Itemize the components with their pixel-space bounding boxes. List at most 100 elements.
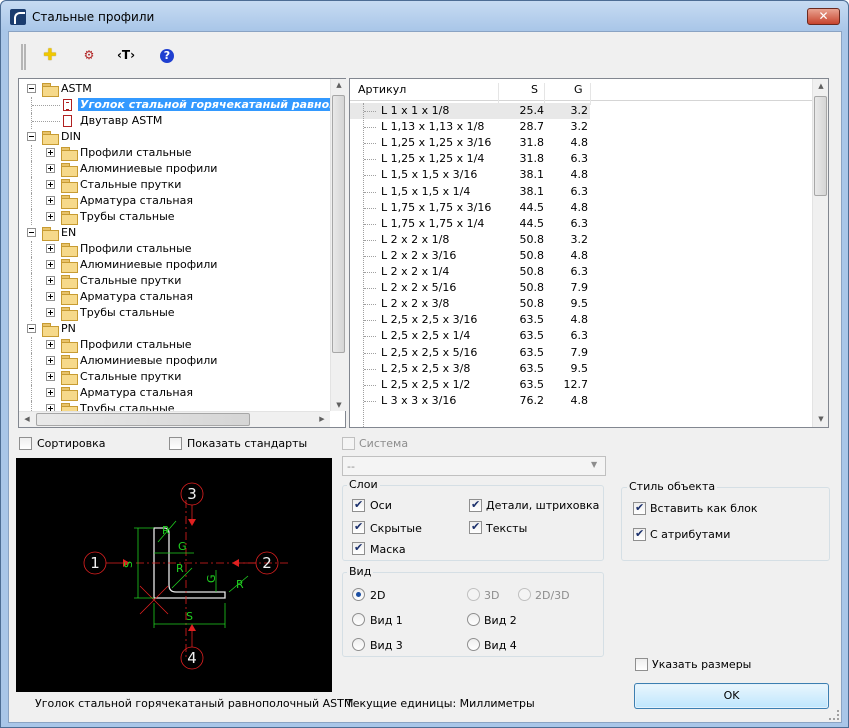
- tree-item[interactable]: Двутавр ASTM: [19, 113, 331, 129]
- view-4-radio[interactable]: [467, 638, 480, 651]
- tree-item[interactable]: Арматура стальная: [19, 193, 331, 209]
- sort-checkbox[interactable]: [19, 437, 32, 450]
- expand-toggle-icon[interactable]: [46, 356, 55, 365]
- tree-item[interactable]: Стальные прутки: [19, 369, 331, 385]
- table-row[interactable]: L 2,5 x 2,5 x 3/8 63.5 9.5: [350, 361, 590, 377]
- resize-grip[interactable]: [829, 710, 839, 720]
- tree-item[interactable]: Уголок стальной горячекатаный равнопол: [19, 97, 331, 113]
- tree-item[interactable]: Стальные прутки: [19, 273, 331, 289]
- scroll-down-arrow[interactable]: ▼: [813, 415, 829, 423]
- tree-item[interactable]: Профили стальные: [19, 241, 331, 257]
- table-vertical-scrollbar[interactable]: ▲ ▼: [812, 79, 828, 427]
- tree-item[interactable]: Алюминиевые профили: [19, 257, 331, 273]
- expand-toggle-icon[interactable]: [46, 244, 55, 253]
- view-1-radio[interactable]: [352, 613, 365, 626]
- table-scroll-thumb[interactable]: [814, 96, 827, 196]
- expand-toggle-icon[interactable]: [46, 180, 55, 189]
- specify-sizes-checkbox[interactable]: [635, 658, 648, 671]
- standards-tree[interactable]: ASTM Уголок стальной горячекатаный равноп…: [18, 78, 346, 428]
- toolbar-grip[interactable]: [21, 44, 26, 70]
- expand-toggle-icon[interactable]: [46, 164, 55, 173]
- tree-item[interactable]: ASTM: [19, 81, 331, 97]
- details-hatching-checkbox[interactable]: [469, 498, 482, 512]
- tree-hscroll-thumb[interactable]: [36, 413, 250, 426]
- table-row[interactable]: L 2 x 2 x 1/4 50.8 6.3: [350, 264, 590, 280]
- scroll-up-arrow[interactable]: ▲: [813, 82, 829, 90]
- ok-button[interactable]: OK: [634, 683, 829, 709]
- tree-item[interactable]: Алюминиевые профили: [19, 161, 331, 177]
- profile-settings-button[interactable]: ⚙: [79, 46, 99, 66]
- expand-toggle-icon[interactable]: [46, 276, 55, 285]
- hidden-checkbox[interactable]: [352, 520, 365, 534]
- collapse-toggle-icon[interactable]: [27, 228, 36, 237]
- texts-checkbox[interactable]: [469, 520, 482, 534]
- collapse-toggle-icon[interactable]: [27, 324, 36, 333]
- show-standards-checkbox[interactable]: [169, 437, 182, 450]
- with-attributes-checkbox[interactable]: [633, 527, 646, 541]
- collapse-toggle-icon[interactable]: [27, 132, 36, 141]
- table-row[interactable]: L 1,25 x 1,25 x 1/4 31.8 6.3: [350, 151, 590, 167]
- tree-item[interactable]: Алюминиевые профили: [19, 353, 331, 369]
- table-row[interactable]: L 1,5 x 1,5 x 3/16 38.1 4.8: [350, 167, 590, 183]
- table-row[interactable]: L 2,5 x 2,5 x 1/4 63.5 6.3: [350, 328, 590, 344]
- table-row[interactable]: L 2,5 x 2,5 x 5/16 63.5 7.9: [350, 345, 590, 361]
- expand-toggle-icon[interactable]: [46, 260, 55, 269]
- tree-item[interactable]: Трубы стальные: [19, 401, 331, 411]
- title-bar[interactable]: Стальные профили ✕: [1, 1, 848, 31]
- scroll-right-arrow[interactable]: ▶: [314, 415, 330, 423]
- tree-scroll-thumb[interactable]: [332, 95, 345, 353]
- view-2d-radio[interactable]: [352, 588, 365, 601]
- scroll-down-arrow[interactable]: ▼: [331, 401, 347, 409]
- tree-item[interactable]: PN: [19, 321, 331, 337]
- tree-item[interactable]: Трубы стальные: [19, 305, 331, 321]
- tree-item[interactable]: Стальные прутки: [19, 177, 331, 193]
- tree-item[interactable]: EN: [19, 225, 331, 241]
- expand-toggle-icon[interactable]: [46, 308, 55, 317]
- column-header-s[interactable]: S: [531, 83, 538, 96]
- table-row[interactable]: L 2 x 2 x 1/8 50.8 3.2: [350, 232, 590, 248]
- expand-toggle-icon[interactable]: [46, 148, 55, 157]
- tree-horizontal-scrollbar[interactable]: ◀ ▶: [19, 411, 330, 427]
- text-attribute-button[interactable]: ‹T›: [116, 46, 136, 66]
- expand-toggle-icon[interactable]: [46, 212, 55, 221]
- insert-as-block-checkbox[interactable]: [633, 501, 646, 515]
- help-button[interactable]: ?: [157, 46, 177, 66]
- table-row[interactable]: L 1,13 x 1,13 x 1/8 28.7 3.2: [350, 119, 590, 135]
- tree-item[interactable]: Трубы стальные: [19, 209, 331, 225]
- tree-item[interactable]: Профили стальные: [19, 337, 331, 353]
- table-row[interactable]: L 1,25 x 1,25 x 3/16 31.8 4.8: [350, 135, 590, 151]
- collapse-toggle-icon[interactable]: [27, 84, 36, 93]
- mask-checkbox[interactable]: [352, 541, 365, 555]
- view-2-radio[interactable]: [467, 613, 480, 626]
- table-row[interactable]: L 2 x 2 x 5/16 50.8 7.9: [350, 280, 590, 296]
- profiles-table[interactable]: Артикул S G L 1 x 1 x 1/8 25.4 3.2 L 1,13 x…: [349, 78, 829, 428]
- tree-vertical-scrollbar[interactable]: ▲ ▼: [330, 79, 346, 411]
- axes-checkbox[interactable]: [352, 498, 365, 512]
- expand-toggle-icon[interactable]: [46, 404, 55, 411]
- tree-item[interactable]: Арматура стальная: [19, 385, 331, 401]
- column-header-article[interactable]: Артикул: [358, 83, 406, 96]
- expand-toggle-icon[interactable]: [46, 340, 55, 349]
- table-row[interactable]: L 2 x 2 x 3/8 50.8 9.5: [350, 296, 590, 312]
- scroll-left-arrow[interactable]: ◀: [19, 415, 35, 423]
- close-button[interactable]: ✕: [807, 8, 840, 25]
- expand-toggle-icon[interactable]: [46, 292, 55, 301]
- table-row[interactable]: L 3 x 3 x 3/16 76.2 4.8: [350, 393, 590, 409]
- table-row[interactable]: L 2,5 x 2,5 x 3/16 63.5 4.8: [350, 312, 590, 328]
- expand-toggle-icon[interactable]: [46, 196, 55, 205]
- view-3-radio[interactable]: [352, 638, 365, 651]
- table-row[interactable]: L 1 x 1 x 1/8 25.4 3.2: [350, 103, 590, 119]
- tree-item[interactable]: Арматура стальная: [19, 289, 331, 305]
- tree-item[interactable]: DIN: [19, 129, 331, 145]
- add-button[interactable]: ✚: [40, 46, 60, 66]
- table-row[interactable]: L 1,5 x 1,5 x 1/4 38.1 6.3: [350, 184, 590, 200]
- table-row[interactable]: L 1,75 x 1,75 x 3/16 44.5 4.8: [350, 200, 590, 216]
- table-row[interactable]: L 1,75 x 1,75 x 1/4 44.5 6.3: [350, 216, 590, 232]
- table-row[interactable]: L 2,5 x 2,5 x 1/2 63.5 12.7: [350, 377, 590, 393]
- column-header-g[interactable]: G: [574, 83, 583, 96]
- expand-toggle-icon[interactable]: [46, 388, 55, 397]
- expand-toggle-icon[interactable]: [46, 372, 55, 381]
- scroll-up-arrow[interactable]: ▲: [331, 81, 347, 89]
- tree-item[interactable]: Профили стальные: [19, 145, 331, 161]
- table-row[interactable]: L 2 x 2 x 3/16 50.8 4.8: [350, 248, 590, 264]
